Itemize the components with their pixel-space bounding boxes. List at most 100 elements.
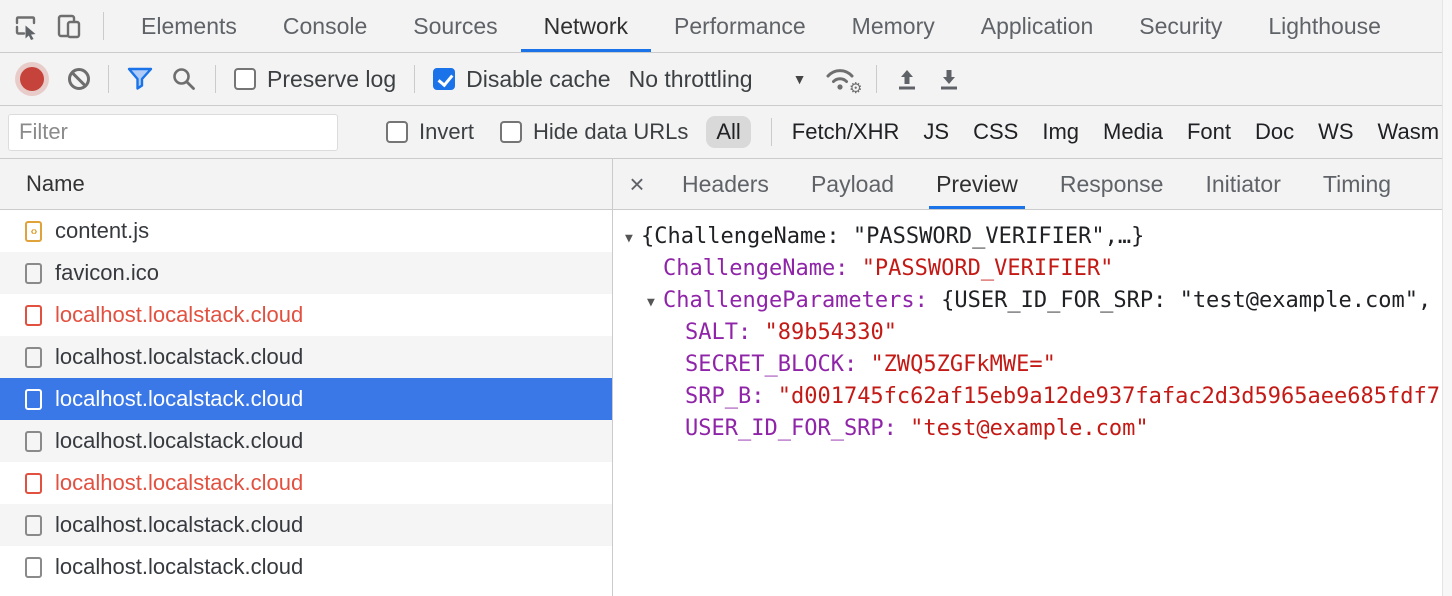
json-tree-line[interactable]: ▼{ChallengeName: "PASSWORD_VERIFIER",…} [625, 221, 1452, 253]
json-key: SALT: [685, 320, 764, 345]
preview-json-tree: ▼{ChallengeName: "PASSWORD_VERIFIER",…}C… [613, 210, 1452, 596]
detail-tab-bar: × HeadersPayloadPreviewResponseInitiator… [613, 159, 1452, 210]
document-file-icon [25, 557, 42, 578]
name-column-label: Name [26, 171, 85, 197]
json-plain: {USER_ID_FOR_SRP: "test@example.com", [941, 288, 1431, 313]
detail-tab-timing[interactable]: Timing [1302, 159, 1412, 209]
inspect-element-icon[interactable] [12, 13, 39, 40]
request-row[interactable]: favicon.ico [0, 252, 612, 294]
json-tree-line[interactable]: USER_ID_FOR_SRP: "test@example.com" [625, 413, 1452, 445]
network-filter-bar: Invert Hide data URLs All Fetch/XHR JS CSS I… [0, 106, 1452, 159]
tab-lighthouse[interactable]: Lighthouse [1245, 0, 1404, 52]
detail-tab-headers[interactable]: Headers [661, 159, 790, 209]
hide-data-urls-checkbox[interactable] [500, 121, 522, 143]
json-key: USER_ID_FOR_SRP: [685, 416, 910, 441]
filter-type-img[interactable]: Img [1042, 119, 1079, 145]
disable-cache-control[interactable]: Disable cache [433, 66, 610, 93]
toolbar-separator [215, 65, 216, 93]
json-plain: {ChallengeName: "PASSWORD_VERIFIER",…} [641, 224, 1144, 249]
request-row[interactable]: localhost.localstack.cloud [0, 546, 612, 588]
invert-checkbox[interactable] [386, 121, 408, 143]
name-column-header[interactable]: Name [0, 159, 612, 210]
filter-type-all[interactable]: All [706, 116, 750, 148]
close-icon[interactable]: × [613, 159, 661, 209]
tab-application[interactable]: Application [958, 0, 1117, 52]
disable-cache-checkbox[interactable] [433, 68, 455, 90]
tab-network[interactable]: Network [521, 0, 651, 52]
filter-type-wasm[interactable]: Wasm [1378, 119, 1440, 145]
detail-tab-payload[interactable]: Payload [790, 159, 915, 209]
request-name: localhost.localstack.cloud [55, 302, 303, 328]
record-button[interactable] [20, 67, 44, 91]
clear-requests-icon[interactable] [68, 68, 90, 90]
filter-input[interactable] [8, 114, 338, 151]
request-name: localhost.localstack.cloud [55, 470, 303, 496]
document-file-icon [25, 305, 42, 326]
network-conditions-icon[interactable]: ⚙ [824, 65, 858, 93]
preserve-log-checkbox[interactable] [234, 68, 256, 90]
request-row[interactable]: localhost.localstack.cloud [0, 504, 612, 546]
request-detail-panel: × HeadersPayloadPreviewResponseInitiator… [613, 159, 1452, 596]
import-har-icon[interactable] [895, 67, 919, 91]
tab-security[interactable]: Security [1116, 0, 1245, 52]
request-row[interactable]: localhost.localstack.cloud [0, 336, 612, 378]
filter-type-media[interactable]: Media [1103, 119, 1163, 145]
document-file-icon [25, 389, 42, 410]
json-tree-line[interactable]: SRP_B: "d001745fc62af15eb9a12de937fafac2… [625, 381, 1452, 413]
filter-type-fetch-xhr[interactable]: Fetch/XHR [792, 119, 900, 145]
tab-memory[interactable]: Memory [829, 0, 958, 52]
tab-sources[interactable]: Sources [390, 0, 520, 52]
request-type-filters: AllFetch/XHRJSCSSImgMediaFontDocWSWasmMa… [706, 116, 1452, 148]
network-main-area: Name ‹›content.jsfavicon.ico localhost.lo… [0, 159, 1452, 596]
request-name: localhost.localstack.cloud [55, 554, 303, 580]
devtools-tabs: ElementsConsoleSourcesNetworkPerformance… [118, 0, 1404, 52]
json-tree-line[interactable]: ▼ChallengeParameters: {USER_ID_FOR_SRP: … [625, 285, 1452, 317]
expander-icon[interactable]: ▼ [647, 287, 663, 319]
detail-tab-response[interactable]: Response [1039, 159, 1185, 209]
tab-elements[interactable]: Elements [118, 0, 260, 52]
device-toolbar-icon[interactable] [55, 12, 83, 40]
request-rows: ‹›content.jsfavicon.ico localhost.localst… [0, 210, 612, 588]
request-name: localhost.localstack.cloud [55, 512, 303, 538]
json-key: ChallengeParameters: [663, 288, 941, 313]
document-file-icon [25, 515, 42, 536]
request-name: localhost.localstack.cloud [55, 428, 303, 454]
tab-performance[interactable]: Performance [651, 0, 829, 52]
tab-console[interactable]: Console [260, 0, 390, 52]
request-row[interactable]: localhost.localstack.cloud [0, 294, 612, 336]
json-tree-line[interactable]: SECRET_BLOCK: "ZWQ5ZGFkMWE=" [625, 349, 1452, 381]
hide-data-urls-control[interactable]: Hide data URLs [500, 119, 688, 145]
document-file-icon [25, 347, 42, 368]
devtools-tool-icons [0, 0, 118, 52]
expander-icon[interactable]: ▼ [625, 223, 641, 255]
json-string: "test@example.com" [910, 416, 1148, 441]
json-key: SRP_B: [685, 384, 778, 409]
request-row[interactable]: localhost.localstack.cloud [0, 420, 612, 462]
request-row[interactable]: localhost.localstack.cloud [0, 462, 612, 504]
filter-type-doc[interactable]: Doc [1255, 119, 1294, 145]
request-row[interactable]: ‹›content.js [0, 210, 612, 252]
scrollbar-gutter[interactable] [1442, 0, 1452, 596]
devtools-window: { "colors": { "accent_blue": "#1a73e8", … [0, 0, 1452, 596]
json-tree-line[interactable]: ChallengeName: "PASSWORD_VERIFIER" [625, 253, 1452, 285]
search-icon[interactable] [171, 66, 197, 92]
filter-type-font[interactable]: Font [1187, 119, 1231, 145]
throttling-select[interactable]: No throttling ▼ [629, 66, 807, 93]
request-row[interactable]: localhost.localstack.cloud [0, 378, 612, 420]
document-file-icon [25, 263, 42, 284]
json-tree-line[interactable]: SALT: "89b54330" [625, 317, 1452, 349]
export-har-icon[interactable] [937, 67, 961, 91]
detail-tab-initiator[interactable]: Initiator [1184, 159, 1301, 209]
filter-type-css[interactable]: CSS [973, 119, 1018, 145]
toolbar-separator [876, 65, 877, 93]
filter-type-js[interactable]: JS [923, 119, 949, 145]
document-file-icon [25, 473, 42, 494]
filter-type-ws[interactable]: WS [1318, 119, 1353, 145]
toolbar-separator [108, 65, 109, 93]
detail-tabs: HeadersPayloadPreviewResponseInitiatorTi… [661, 159, 1412, 209]
preserve-log-control[interactable]: Preserve log [234, 66, 396, 93]
invert-control[interactable]: Invert [386, 119, 474, 145]
filter-toggle-icon[interactable] [127, 67, 153, 91]
invert-label: Invert [419, 119, 474, 145]
detail-tab-preview[interactable]: Preview [915, 159, 1039, 209]
